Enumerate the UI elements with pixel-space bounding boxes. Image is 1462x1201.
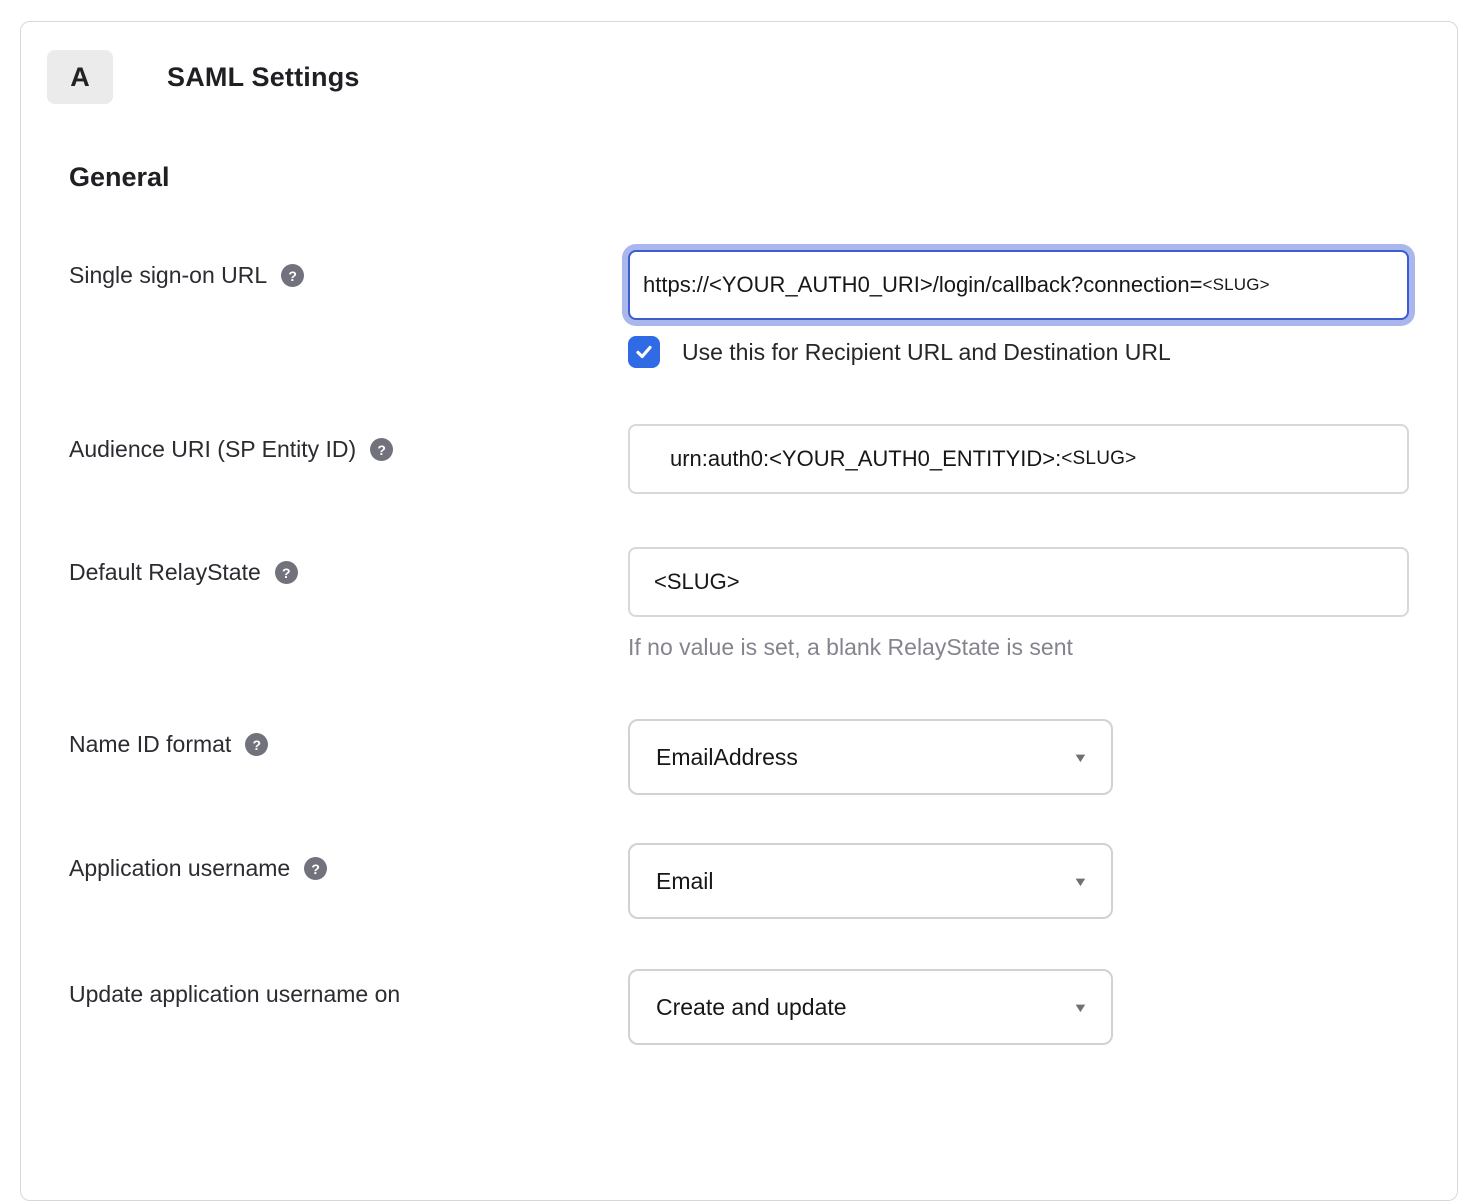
row-single-sign-on-url: Single sign-on URL ? https://<YOUR_AUTH0… bbox=[69, 250, 1457, 368]
update-application-username-on-label: Update application username on bbox=[69, 981, 400, 1008]
chevron-down-icon: ▼ bbox=[1073, 1000, 1089, 1015]
name-id-format-label: Name ID format bbox=[69, 731, 231, 758]
audience-uri-label: Audience URI (SP Entity ID) bbox=[69, 436, 356, 463]
select-value: EmailAddress bbox=[656, 744, 798, 771]
field-control: urn:auth0:<YOUR_AUTH0_ENTITYID>:<SLUG> bbox=[628, 424, 1457, 494]
field-label: Single sign-on URL ? bbox=[69, 250, 628, 289]
help-icon[interactable]: ? bbox=[304, 857, 327, 880]
section-badge: A bbox=[47, 50, 113, 104]
default-relaystate-label: Default RelayState bbox=[69, 559, 261, 586]
recipient-url-checkbox[interactable] bbox=[628, 336, 660, 368]
default-relaystate-helper-text: If no value is set, a blank RelayState i… bbox=[628, 634, 1457, 661]
help-icon[interactable]: ? bbox=[281, 264, 304, 287]
section-title-general: General bbox=[69, 162, 1457, 193]
panel-header: A SAML Settings bbox=[47, 50, 1457, 104]
recipient-url-checkbox-row: Use this for Recipient URL and Destinati… bbox=[628, 336, 1457, 368]
select-value: Create and update bbox=[656, 994, 847, 1021]
input-value-slug: <SLUG> bbox=[1061, 448, 1136, 470]
row-audience-uri: Audience URI (SP Entity ID) ? urn:auth0:… bbox=[69, 424, 1457, 494]
field-control: Email ▼ bbox=[628, 843, 1457, 919]
field-control: EmailAddress ▼ bbox=[628, 719, 1457, 795]
saml-settings-form: Single sign-on URL ? https://<YOUR_AUTH0… bbox=[69, 250, 1457, 1045]
input-value-slug: <SLUG> bbox=[1202, 275, 1269, 295]
field-control: <SLUG> If no value is set, a blank Relay… bbox=[628, 547, 1457, 661]
audience-uri-input[interactable]: urn:auth0:<YOUR_AUTH0_ENTITYID>:<SLUG> bbox=[628, 424, 1409, 494]
help-icon[interactable]: ? bbox=[245, 733, 268, 756]
panel-title: SAML Settings bbox=[167, 62, 360, 93]
row-default-relaystate: Default RelayState ? <SLUG> If no value … bbox=[69, 547, 1457, 661]
checkmark-icon bbox=[634, 342, 654, 362]
field-label: Name ID format ? bbox=[69, 719, 628, 758]
single-sign-on-url-input[interactable]: https://<YOUR_AUTH0_URI>/login/callback?… bbox=[628, 250, 1409, 320]
field-label: Application username ? bbox=[69, 843, 628, 882]
chevron-down-icon: ▼ bbox=[1073, 874, 1089, 889]
row-application-username: Application username ? Email ▼ bbox=[69, 843, 1457, 919]
chevron-down-icon: ▼ bbox=[1073, 750, 1089, 765]
saml-settings-panel: A SAML Settings General Single sign-on U… bbox=[20, 21, 1458, 1201]
help-icon[interactable]: ? bbox=[370, 438, 393, 461]
field-control: Create and update ▼ bbox=[628, 969, 1457, 1045]
application-username-label: Application username bbox=[69, 855, 290, 882]
name-id-format-select[interactable]: EmailAddress ▼ bbox=[628, 719, 1113, 795]
input-value: urn:auth0:<YOUR_AUTH0_ENTITYID>: bbox=[670, 446, 1061, 472]
help-icon[interactable]: ? bbox=[275, 561, 298, 584]
field-control: https://<YOUR_AUTH0_URI>/login/callback?… bbox=[628, 250, 1457, 368]
input-value: <SLUG> bbox=[654, 569, 740, 595]
default-relaystate-input[interactable]: <SLUG> bbox=[628, 547, 1409, 617]
row-name-id-format: Name ID format ? EmailAddress ▼ bbox=[69, 719, 1457, 795]
row-update-application-username-on: Update application username on Create an… bbox=[69, 969, 1457, 1045]
single-sign-on-url-label: Single sign-on URL bbox=[69, 262, 267, 289]
update-application-username-on-select[interactable]: Create and update ▼ bbox=[628, 969, 1113, 1045]
field-label: Update application username on bbox=[69, 969, 628, 1008]
application-username-select[interactable]: Email ▼ bbox=[628, 843, 1113, 919]
select-value: Email bbox=[656, 868, 714, 895]
field-label: Audience URI (SP Entity ID) ? bbox=[69, 424, 628, 463]
field-label: Default RelayState ? bbox=[69, 547, 628, 586]
input-value: https://<YOUR_AUTH0_URI>/login/callback?… bbox=[643, 272, 1202, 298]
recipient-url-checkbox-label: Use this for Recipient URL and Destinati… bbox=[682, 339, 1171, 366]
